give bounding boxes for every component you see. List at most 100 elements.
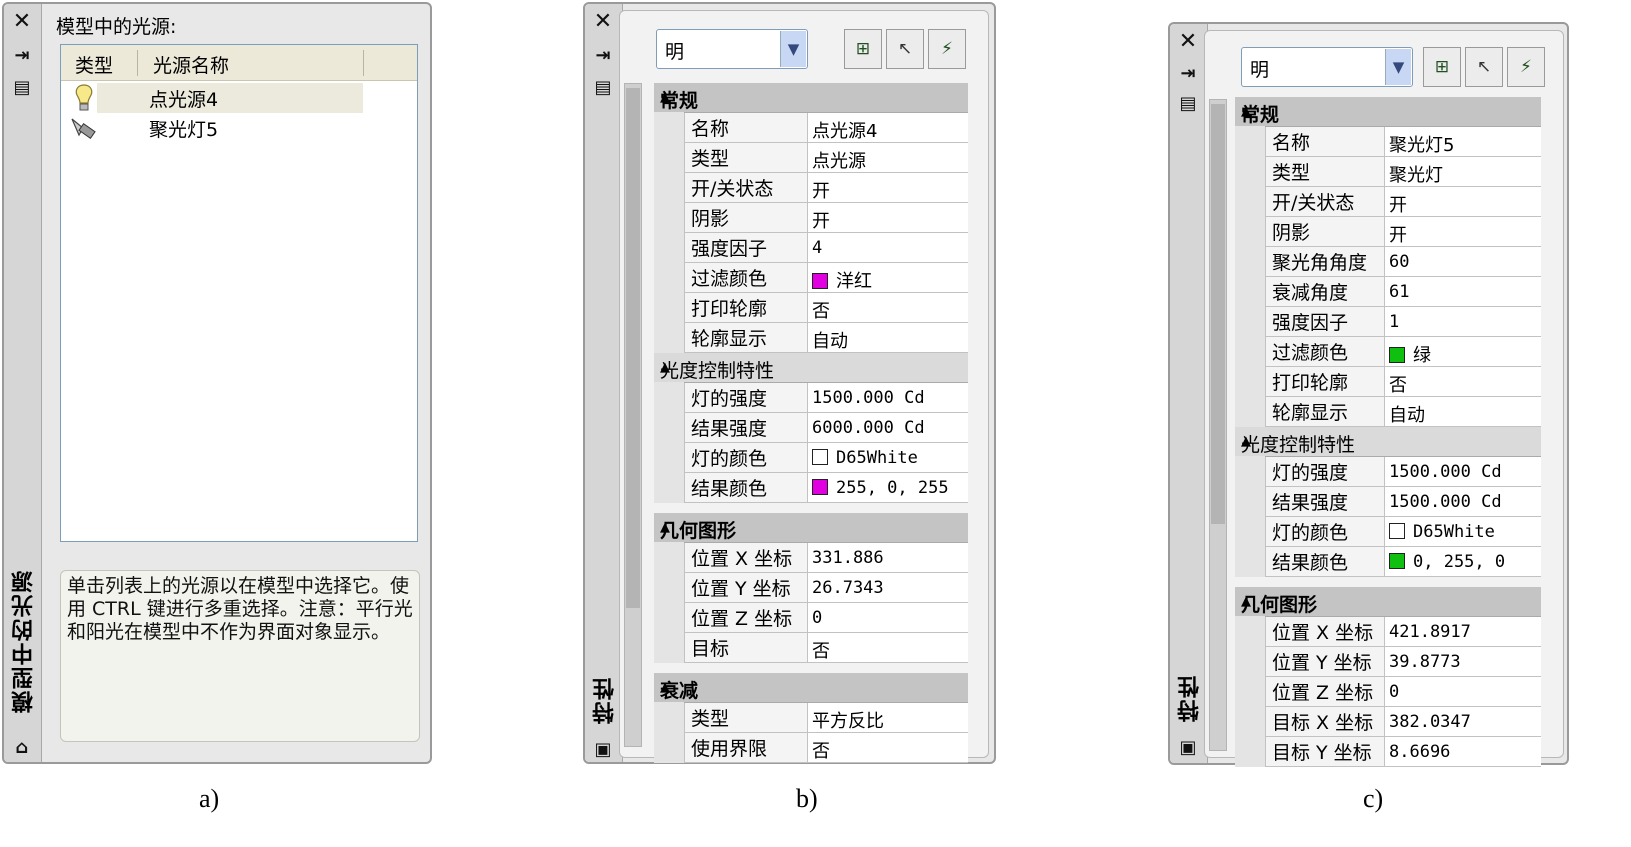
- section-photometric[interactable]: 光度控制特性 ▲: [1235, 427, 1541, 457]
- light-list-icon[interactable]: ⌂: [10, 736, 34, 758]
- property-value[interactable]: 否: [808, 293, 968, 322]
- auto-hide-icon[interactable]: ⇥: [1176, 62, 1200, 84]
- object-type-select[interactable]: 明 ▼: [1241, 47, 1413, 87]
- section-geometry[interactable]: 几何图形 ▲: [654, 513, 968, 543]
- property-row[interactable]: 强度因子 4: [654, 232, 968, 263]
- property-row[interactable]: 类型 平方反比: [654, 702, 968, 733]
- property-row[interactable]: 灯的强度 1500.000 Cd: [1235, 456, 1541, 487]
- palette-properties-icon[interactable]: ▤: [10, 76, 34, 98]
- select-objects-button[interactable]: ↖: [886, 29, 924, 69]
- auto-hide-icon[interactable]: ⇥: [591, 44, 615, 66]
- lights-list[interactable]: 类型 光源名称 点光源4 聚光灯5: [60, 44, 418, 542]
- property-value[interactable]: 6000.000 Cd: [808, 413, 968, 442]
- property-value[interactable]: 洋红: [808, 263, 968, 292]
- collapse-icon[interactable]: ▲: [1241, 594, 1521, 609]
- property-row[interactable]: 衰减角度 61: [1235, 276, 1541, 307]
- property-row[interactable]: 结果颜色 0, 255, 0: [1235, 546, 1541, 577]
- object-type-select[interactable]: 明 ▼: [656, 29, 808, 69]
- property-value[interactable]: 1: [1385, 307, 1541, 336]
- property-value[interactable]: 0: [1385, 677, 1541, 706]
- property-row[interactable]: 结果强度 6000.000 Cd: [654, 412, 968, 443]
- property-row[interactable]: 轮廓显示 自动: [654, 322, 968, 353]
- property-row[interactable]: 使用界限否: [654, 732, 968, 763]
- property-row[interactable]: 位置 Z 坐标 0: [654, 602, 968, 633]
- toggle-pickadd-button[interactable]: ⊞: [844, 29, 882, 69]
- property-row[interactable]: 开/关状态开: [654, 172, 968, 203]
- collapse-icon[interactable]: ▲: [1241, 104, 1521, 119]
- section-geometry[interactable]: 几何图形 ▲: [1235, 587, 1541, 617]
- scrollbar-thumb[interactable]: [626, 88, 640, 608]
- property-row[interactable]: 过滤颜色 洋红: [654, 262, 968, 293]
- property-row[interactable]: 轮廓显示 自动: [1235, 396, 1541, 427]
- vertical-scrollbar[interactable]: [624, 83, 642, 747]
- property-row[interactable]: 开/关状态开: [1235, 186, 1541, 217]
- property-value[interactable]: 1500.000 Cd: [808, 383, 968, 412]
- column-header-type[interactable]: 类型: [75, 51, 113, 78]
- property-value[interactable]: 8.6696: [1385, 737, 1541, 766]
- collapse-icon[interactable]: ▲: [660, 360, 948, 375]
- property-value[interactable]: 开: [808, 203, 968, 232]
- property-row[interactable]: 目标 X 坐标 382.0347: [1235, 706, 1541, 737]
- property-row[interactable]: 聚光角角度 60: [1235, 246, 1541, 277]
- property-row[interactable]: 位置 X 坐标 331.886: [654, 542, 968, 573]
- palette-properties-icon[interactable]: ▤: [591, 76, 615, 98]
- property-row[interactable]: 阴影开: [1235, 216, 1541, 247]
- list-item[interactable]: 聚光灯5: [61, 113, 417, 143]
- property-value[interactable]: 0, 255, 0: [1385, 547, 1541, 576]
- collapse-icon[interactable]: ▲: [660, 520, 948, 535]
- property-row[interactable]: 结果强度 1500.000 Cd: [1235, 486, 1541, 517]
- property-row[interactable]: 名称 点光源4: [654, 112, 968, 143]
- property-value[interactable]: 绿: [1385, 337, 1541, 366]
- property-row[interactable]: 灯的颜色 D65White: [1235, 516, 1541, 547]
- property-row[interactable]: 过滤颜色 绿: [1235, 336, 1541, 367]
- scrollbar-thumb[interactable]: [1211, 104, 1225, 524]
- close-icon[interactable]: ✕: [1176, 29, 1200, 54]
- property-value[interactable]: 聚光灯: [1385, 157, 1541, 186]
- property-row[interactable]: 目标否: [654, 632, 968, 663]
- chevron-down-icon[interactable]: ▼: [780, 31, 806, 67]
- property-value[interactable]: 331.886: [808, 543, 968, 572]
- property-row[interactable]: 打印轮廓否: [1235, 366, 1541, 397]
- property-row[interactable]: 位置 X 坐标 421.8917: [1235, 616, 1541, 647]
- property-value[interactable]: 61: [1385, 277, 1541, 306]
- property-value[interactable]: 自动: [1385, 397, 1541, 426]
- property-value[interactable]: 点光源4: [808, 113, 968, 142]
- close-icon[interactable]: ✕: [10, 9, 34, 34]
- quick-properties-icon[interactable]: ▣: [591, 738, 615, 760]
- property-row[interactable]: 打印轮廓否: [654, 292, 968, 323]
- property-value[interactable]: 26.7343: [808, 573, 968, 602]
- collapse-icon[interactable]: ▲: [1241, 434, 1521, 449]
- property-row[interactable]: 位置 Y 坐标 26.7343: [654, 572, 968, 603]
- property-value[interactable]: 点光源: [808, 143, 968, 172]
- property-value[interactable]: 开: [1385, 187, 1541, 216]
- property-row[interactable]: 灯的强度 1500.000 Cd: [654, 382, 968, 413]
- property-value[interactable]: 39.8773: [1385, 647, 1541, 676]
- list-item[interactable]: 点光源4: [61, 83, 417, 113]
- property-value[interactable]: 平方反比: [808, 703, 968, 732]
- property-value[interactable]: 1500.000 Cd: [1385, 457, 1541, 486]
- section-photometric[interactable]: 光度控制特性 ▲: [654, 353, 968, 383]
- chevron-down-icon[interactable]: ▼: [1385, 49, 1411, 85]
- property-value[interactable]: 否: [1385, 367, 1541, 396]
- property-value[interactable]: 聚光灯5: [1385, 127, 1541, 156]
- property-row[interactable]: 强度因子 1: [1235, 306, 1541, 337]
- quick-select-button[interactable]: ⚡: [1507, 47, 1545, 87]
- property-row[interactable]: 位置 Y 坐标 39.8773: [1235, 646, 1541, 677]
- quick-properties-icon[interactable]: ▣: [1176, 736, 1200, 758]
- auto-hide-icon[interactable]: ⇥: [10, 44, 34, 66]
- section-general[interactable]: 常规 ▲: [1235, 97, 1541, 127]
- column-header-light-name[interactable]: 光源名称: [153, 51, 229, 78]
- property-value[interactable]: 开: [808, 173, 968, 202]
- collapse-icon[interactable]: ▲: [660, 680, 948, 695]
- property-value[interactable]: 421.8917: [1385, 617, 1541, 646]
- property-value[interactable]: D65White: [1385, 517, 1541, 546]
- palette-properties-icon[interactable]: ▤: [1176, 92, 1200, 114]
- property-row[interactable]: 目标 Y 坐标 8.6696: [1235, 736, 1541, 767]
- property-value[interactable]: 0: [808, 603, 968, 632]
- property-value[interactable]: 自动: [808, 323, 968, 352]
- property-row[interactable]: 位置 Z 坐标 0: [1235, 676, 1541, 707]
- quick-select-button[interactable]: ⚡: [928, 29, 966, 69]
- property-row[interactable]: 类型 点光源: [654, 142, 968, 173]
- close-icon[interactable]: ✕: [591, 9, 615, 34]
- property-value[interactable]: 255, 0, 255: [808, 473, 968, 502]
